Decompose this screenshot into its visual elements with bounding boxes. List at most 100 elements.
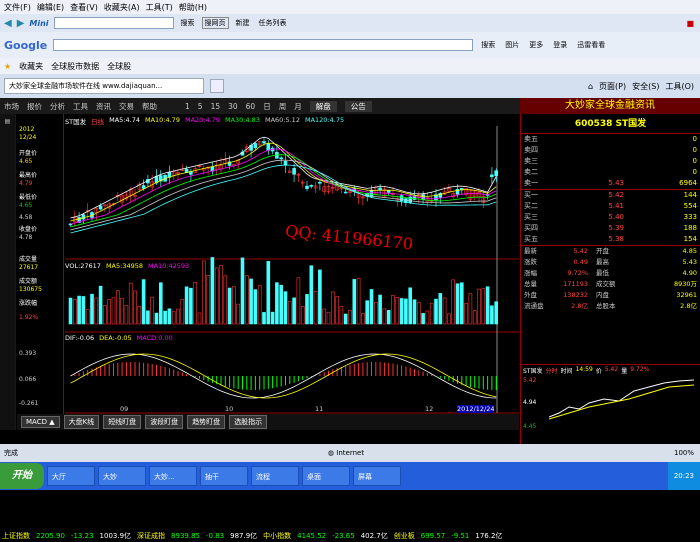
jiepan-button[interactable]: 解盘 [309,100,337,112]
forward-icon[interactable]: ▶ [17,18,25,29]
candle-body [262,141,266,144]
app-menu-analysis[interactable]: 分析 [50,101,65,112]
y-close-label: 收盘价 [19,226,38,233]
menu-view[interactable]: 查看(V) [70,2,98,13]
period-month[interactable]: 月 [294,101,302,112]
period-60[interactable]: 60 [246,102,256,111]
period-30[interactable]: 30 [228,102,238,111]
volume-bar [141,279,146,325]
ask-row: 卖二 0 [521,167,700,178]
menu-help[interactable]: 帮助(H) [179,2,207,13]
menu-file[interactable]: 文件(F) [4,2,31,13]
tick-sme[interactable]: 中小指数 [263,531,291,541]
app-menu-tools[interactable]: 工具 [73,101,88,112]
y-amt: 130675 [19,286,42,293]
app-menu-market[interactable]: 市场 [4,101,19,112]
period-1[interactable]: 1 [185,102,190,111]
volume-bar [98,285,103,325]
ask-label: 卖三 [524,157,538,165]
menu-edit[interactable]: 编辑(E) [37,2,64,13]
volume-bar [485,286,490,325]
page-menu[interactable]: 页面(P) [599,81,626,92]
start-button[interactable]: 开始 [0,463,44,489]
gonggao-button[interactable]: 公告 [344,100,372,112]
mini-timeshare-chart[interactable]: ST国发 分时 时间 14:59 价 5.42 量 9.72% 5.42 4.9… [521,364,700,436]
new-button[interactable]: 新建 [234,18,252,28]
bid-price: 5.38 [608,235,624,243]
tick-gem[interactable]: 创业板 [394,531,415,541]
favorites-label[interactable]: 收藏夹 [19,61,43,72]
volume-bar [176,308,180,325]
mini-header: ST国发 分时 时间 14:59 价 5.42 量 9.72% [521,365,700,376]
volume-bar [490,305,494,325]
system-clock[interactable]: 20:23 [667,462,700,490]
options-button[interactable]: 迅雷看看 [575,40,607,50]
task-3[interactable]: 大妙... [149,466,197,486]
tasks-button[interactable]: 任务列表 [257,18,289,28]
candle-body [318,181,322,184]
menu-tools[interactable]: 工具(T) [146,2,173,13]
star-icon[interactable]: ★ [4,62,11,71]
task-2[interactable]: 大妙 [98,466,146,486]
tick-sh[interactable]: 上证指数 [2,531,30,541]
app-menu-quote[interactable]: 报价 [27,101,42,112]
bid-volume: 333 [683,213,697,221]
volume-bar [412,299,417,325]
browser-tab[interactable]: 大妙家全球金融市场软件在线 www.dajiaquan... [4,78,204,94]
login-button[interactable]: 登录 [551,40,569,50]
tick-sz[interactable]: 深证成指 [137,531,165,541]
volume-bar [369,289,374,325]
google-search-input[interactable] [53,39,474,51]
candle-body [494,170,499,177]
new-tab-icon[interactable] [210,79,224,93]
search-button[interactable]: 搜索 [179,18,197,28]
period-week[interactable]: 周 [279,101,287,112]
volume-bar [339,305,344,325]
y-low-label: 最低价 [19,194,38,201]
fav-item-1[interactable]: 全球股市数据 [51,61,99,72]
app-menu-trade[interactable]: 交易 [119,101,134,112]
volume-bar [90,293,94,325]
bid-price: 5.41 [608,202,624,210]
tab-band[interactable]: 波段盯盘 [145,415,184,429]
menu-favorites[interactable]: 收藏夹(A) [104,2,140,13]
task-1[interactable]: 大厅 [47,466,95,486]
volume-bar [266,261,271,325]
fav-item-2[interactable]: 全球股 [107,61,131,72]
volume-bar [408,287,413,325]
status-zoom[interactable]: 100% [674,449,694,457]
candlestick-plot[interactable]: ST国发 日线 MA5:4.74 MA10:4.79 MA20:4.79 MA3… [65,114,519,414]
volume-bar [438,293,443,325]
tab-trend[interactable]: 趋势盯盘 [187,415,226,429]
y-vol-label: 成交量 [19,256,38,263]
tab-short[interactable]: 短线盯盘 [103,415,142,429]
period-15[interactable]: 15 [211,102,221,111]
candle-body [378,187,382,191]
period-day[interactable]: 日 [263,101,271,112]
app-menu-help[interactable]: 帮助 [142,101,157,112]
task-6[interactable]: 桌面 [302,466,350,486]
home-icon[interactable]: ⌂ [588,82,593,91]
stat-row: 最新 5.42 开盘 4.85 [521,246,700,257]
tick-sh-chg: -13.23 [70,532,94,540]
safety-menu[interactable]: 安全(S) [632,81,659,92]
more-button[interactable]: 更多 [527,40,545,50]
stat-k1: 涨幅 [524,269,537,277]
task-7[interactable]: 屏幕 [353,466,401,486]
sidebar-item-timeshare[interactable]: ▤ [0,114,15,129]
tools-menu[interactable]: 工具(O) [665,81,694,92]
task-4[interactable]: 抽干 [200,466,248,486]
app-menu-news[interactable]: 资讯 [96,101,111,112]
web-search-button[interactable]: 搜网页 [201,17,229,29]
back-icon[interactable]: ◀ [4,18,12,29]
google-search-button[interactable]: 搜索 [479,40,497,50]
pictures-button[interactable]: 图片 [503,40,521,50]
period-5[interactable]: 5 [198,102,203,111]
tabs-icon[interactable]: ■ [686,19,694,28]
volume-bar [115,290,120,325]
tab-index-k[interactable]: 大盘K线 [63,415,100,429]
tab-select[interactable]: 选股指示 [229,415,268,429]
tab-macd[interactable]: MACD ▲ [21,416,60,428]
mini-search-input[interactable] [53,17,174,29]
task-5[interactable]: 流程 [251,466,299,486]
